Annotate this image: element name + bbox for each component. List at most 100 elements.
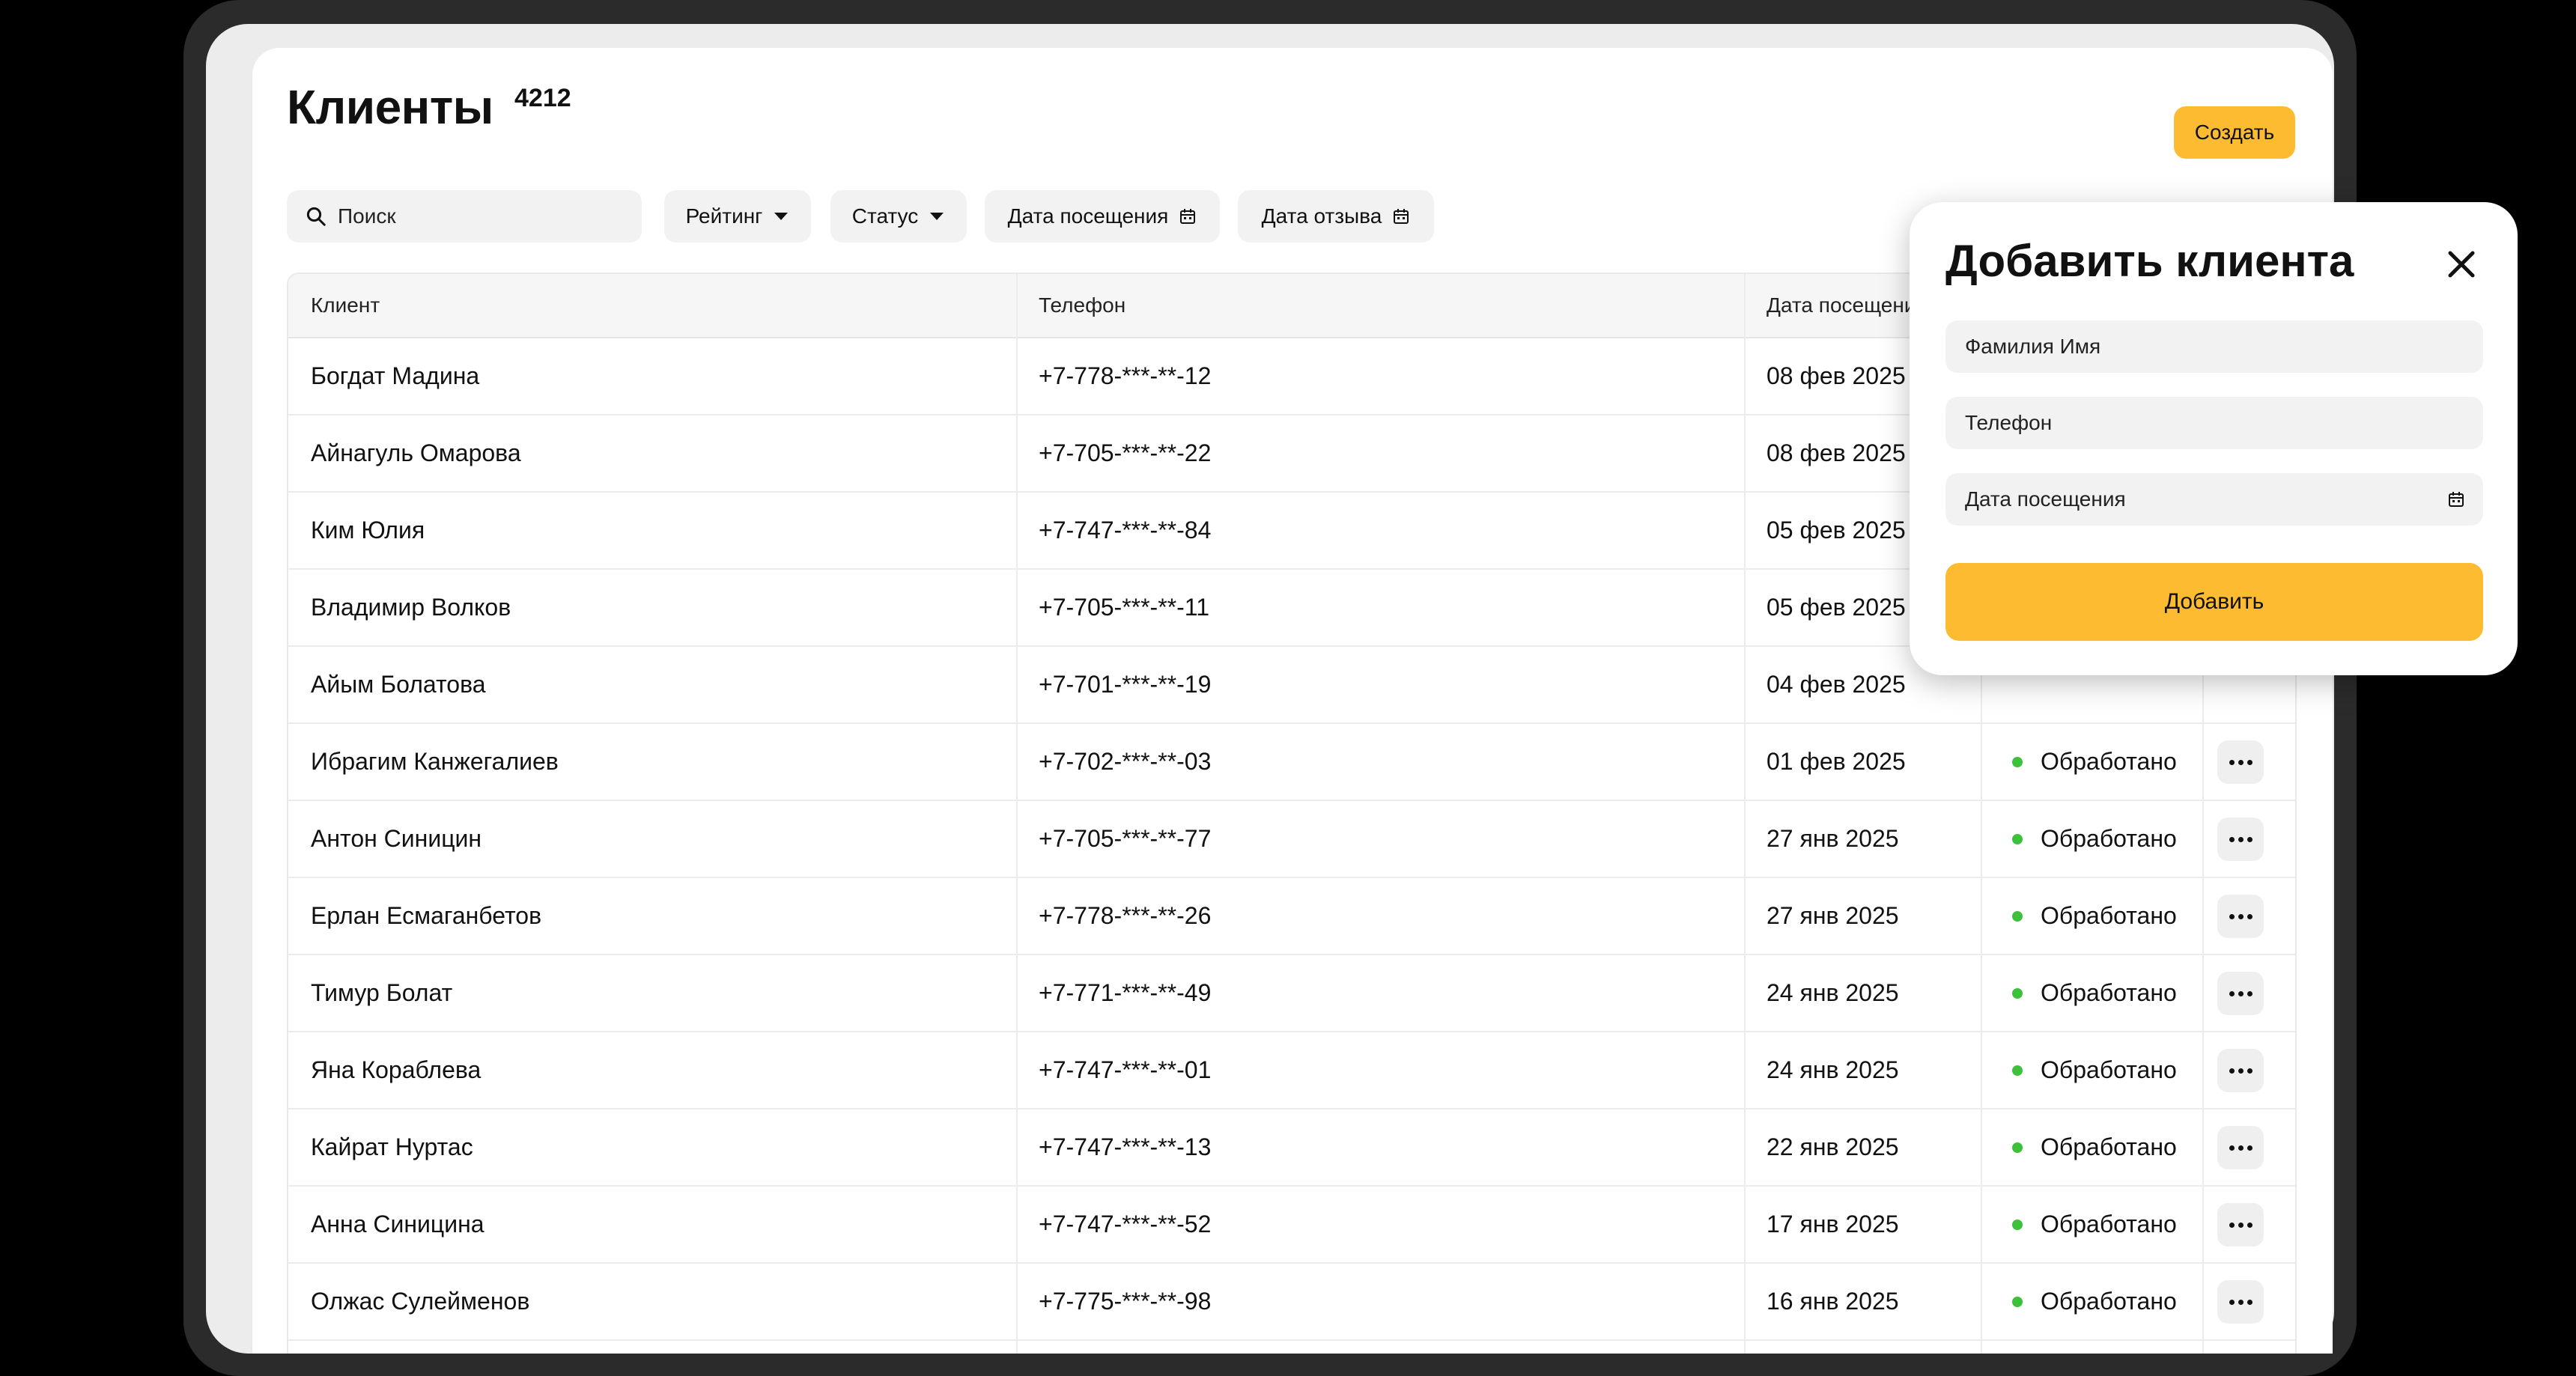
column-divider — [1744, 274, 1746, 1354]
more-dots-icon[interactable] — [2217, 1049, 2264, 1092]
table-row[interactable]: Ибрагим Канжегалиев +7-702-***-**-03 01 фе… — [288, 724, 2295, 801]
dot — [2238, 836, 2244, 842]
client-phone: +7-701-***-**-19 — [1039, 671, 1212, 698]
client-name: Тимур Болат — [311, 979, 453, 1006]
visit-date: 01 фев 2025 — [1767, 748, 1906, 775]
add-client-popup: Добавить клиента Добавить — [1910, 202, 2518, 675]
dot — [2247, 990, 2253, 996]
client-phone: +7-747-***-**-84 — [1039, 517, 1212, 544]
dot — [2238, 913, 2244, 919]
status-dot-icon — [2012, 756, 2023, 767]
client-phone: +7-771-***-**-49 — [1039, 979, 1212, 1006]
calendar-icon[interactable] — [2447, 490, 2465, 508]
table-row[interactable]: Антон Синицин +7-705-***-**-77 27 янв 2025… — [288, 801, 2295, 878]
visit-date-field[interactable] — [1945, 473, 2483, 526]
status-badge: Обработано — [1981, 1109, 2202, 1185]
dot — [2247, 836, 2253, 842]
dot — [2247, 913, 2253, 919]
caret-down-icon — [774, 213, 789, 220]
client-phone: +7-775-***-**-98 — [1039, 1288, 1212, 1315]
table-row[interactable]: Олжас Сулейменов +7-775-***-**-98 16 янв 2… — [288, 1264, 2295, 1341]
dot — [2247, 1299, 2253, 1305]
column-header-phone[interactable]: Телефон — [1016, 274, 1744, 337]
close-icon[interactable] — [2438, 241, 2485, 287]
client-name: Яна Кораблева — [311, 1056, 482, 1083]
table-row[interactable]: Анна Синицина +7-747-***-**-52 17 янв 2025… — [288, 1187, 2295, 1264]
dot — [2247, 759, 2253, 765]
search-box[interactable] — [287, 190, 642, 243]
status-label: Обработано — [2041, 1211, 2177, 1238]
visit-date: 16 янв 2025 — [1767, 1288, 1899, 1315]
calendar-icon — [1180, 209, 1196, 224]
rating-filter[interactable]: Рейтинг — [664, 190, 811, 243]
dot — [2229, 990, 2235, 996]
dot — [2238, 759, 2244, 765]
client-phone: +7-705-***-**-77 — [1039, 825, 1212, 852]
client-phone: +7-778-***-**-12 — [1039, 362, 1212, 389]
name-input[interactable] — [1963, 334, 2416, 359]
dot — [2238, 1222, 2244, 1228]
more-dots-icon[interactable] — [2217, 1126, 2264, 1169]
visit-date: 24 янв 2025 — [1767, 979, 1899, 1006]
table-row[interactable]: Ерлан Есмаганбетов +7-778-***-**-26 27 янв… — [288, 878, 2295, 955]
table-row[interactable]: Кайрат Нуртас +7-747-***-**-13 22 янв 2025… — [288, 1109, 2295, 1187]
more-dots-icon[interactable] — [2217, 972, 2264, 1015]
status-dot-icon — [2012, 910, 2023, 922]
search-input[interactable] — [336, 204, 624, 229]
status-badge: Обработано — [1981, 955, 2202, 1031]
status-dot-icon — [2012, 1065, 2023, 1076]
dot — [2229, 1222, 2235, 1228]
client-phone: +7-702-***-**-03 — [1039, 748, 1212, 775]
dot — [2238, 990, 2244, 996]
dot — [2247, 1222, 2253, 1228]
clients-count: 4212 — [514, 84, 571, 112]
client-name: Анна Синицина — [311, 1211, 484, 1238]
status-label: Обработано — [2041, 979, 2177, 1006]
status-badge: Обработано — [1981, 801, 2202, 877]
client-phone: +7-778-***-**-26 — [1039, 902, 1212, 929]
status-dot-icon — [2012, 1296, 2023, 1307]
visit-date-input[interactable] — [1963, 487, 2416, 512]
client-name: Айнагуль Омарова — [311, 439, 521, 466]
more-dots-icon[interactable] — [2217, 740, 2264, 784]
dot — [2229, 1145, 2235, 1151]
dot — [2238, 1145, 2244, 1151]
more-dots-icon[interactable] — [2217, 1280, 2264, 1324]
visit-date: 22 янв 2025 — [1767, 1133, 1899, 1160]
visit-date-filter-label: Дата посещения — [1007, 204, 1169, 228]
phone-field[interactable] — [1945, 397, 2483, 449]
client-phone: +7-705-***-**-22 — [1039, 439, 1212, 466]
status-label: Обработано — [2041, 1133, 2177, 1160]
status-filter[interactable]: Статус — [830, 190, 967, 243]
table-row[interactable]: Тимур Болат +7-771-***-**-49 24 янв 2025 Об… — [288, 955, 2295, 1032]
column-header-client[interactable]: Клиент — [288, 274, 1016, 337]
more-dots-icon[interactable] — [2217, 818, 2264, 861]
client-name: Олжас Сулейменов — [311, 1288, 530, 1315]
status-label: Обработано — [2041, 1056, 2177, 1083]
name-field[interactable] — [1945, 320, 2483, 373]
add-client-button[interactable]: Добавить — [1945, 563, 2483, 641]
caret-down-icon — [930, 213, 944, 220]
more-dots-icon[interactable] — [2217, 1203, 2264, 1246]
dot — [2229, 1068, 2235, 1074]
visit-date: 24 янв 2025 — [1767, 1056, 1899, 1083]
status-badge: Обработано — [1981, 1032, 2202, 1108]
status-filter-label: Статус — [851, 204, 919, 228]
status-dot-icon — [2012, 833, 2023, 844]
review-date-filter[interactable]: Дата отзыва — [1238, 190, 1434, 243]
dot — [2229, 836, 2235, 842]
client-phone: +7-705-***-**-11 — [1039, 594, 1209, 621]
create-button[interactable]: Создать — [2174, 106, 2295, 159]
client-name: Ким Юлия — [311, 517, 425, 544]
status-label: Обработано — [2041, 748, 2177, 775]
table-row[interactable]: Яна Кораблева +7-747-***-**-01 24 янв 2025… — [288, 1032, 2295, 1109]
visit-date-filter[interactable]: Дата посещения — [985, 190, 1220, 243]
client-phone: +7-747-***-**-13 — [1039, 1133, 1212, 1160]
client-name: Айым Болатова — [311, 671, 486, 698]
phone-input[interactable] — [1963, 410, 2416, 436]
more-dots-icon[interactable] — [2217, 895, 2264, 938]
dot — [2229, 913, 2235, 919]
calendar-icon — [1394, 209, 1409, 224]
dot — [2247, 1145, 2253, 1151]
status-badge: Обработано — [1981, 1187, 2202, 1262]
